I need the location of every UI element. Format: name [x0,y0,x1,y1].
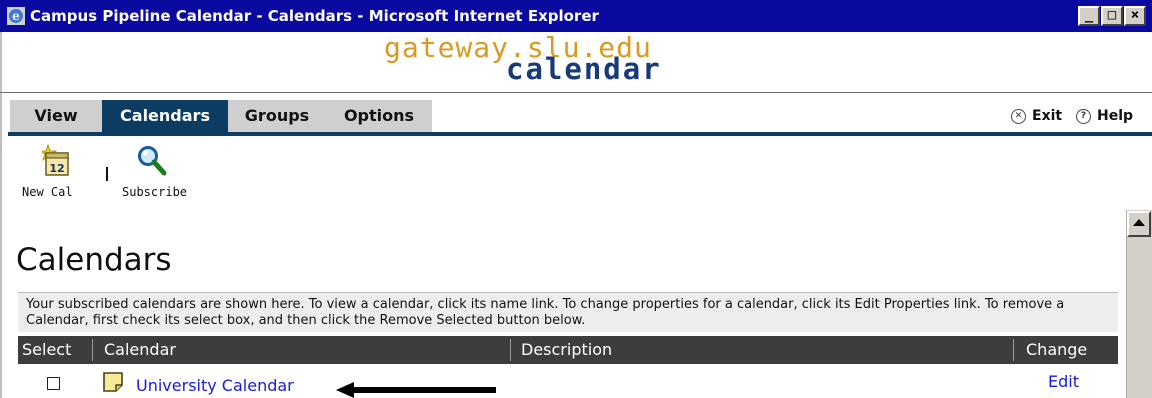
info-text: Your subscribed calendars are shown here… [18,292,1118,332]
tab-calendars[interactable]: Calendars [102,100,228,132]
help-label: Help [1097,108,1134,124]
pointer-arrow-icon [336,382,496,398]
select-checkbox[interactable] [47,377,60,390]
exit-label: Exit [1032,108,1063,124]
subscribe-button[interactable]: Subscribe [122,185,187,199]
calendar-page-icon [103,372,123,392]
svg-text:12: 12 [49,162,64,175]
window-title: Campus Pipeline Calendar - Calendars - M… [30,7,599,25]
column-header-description: Description [521,340,613,359]
new-cal-button[interactable]: New Cal [22,185,73,199]
edit-link[interactable]: Edit [1048,371,1079,393]
exit-link[interactable]: ✕ Exit [1011,106,1062,126]
internet-explorer-icon: e [7,7,25,25]
tab-options[interactable]: Options [326,100,432,132]
tab-view[interactable]: View [10,100,102,132]
tab-groups[interactable]: Groups [228,100,326,132]
calendar-name-link[interactable]: University Calendar [136,375,294,397]
column-divider [1013,339,1014,361]
help-link[interactable]: ? Help [1076,106,1133,126]
column-divider [510,339,511,361]
maximize-button[interactable]: □ [1101,6,1123,26]
x-circle-icon: ✕ [1011,108,1026,124]
page-title: Calendars [16,242,172,278]
logo-calendar-word: calendar [506,52,662,86]
minimize-button[interactable]: _ [1078,6,1100,26]
calendar-12-icon[interactable]: 12 [42,143,72,179]
arrow-up-icon [1133,219,1145,226]
close-button[interactable]: × [1124,6,1146,26]
vertical-scrollbar[interactable] [1126,210,1152,398]
tab-underline [8,132,1152,136]
column-header-calendar: Calendar [104,340,176,359]
column-header-change: Change [1026,340,1088,359]
question-circle-icon: ? [1076,108,1091,124]
svg-text:e: e [12,9,20,23]
toolbar-separator [106,167,108,181]
column-divider [92,339,93,361]
column-header-select: Select [22,340,72,359]
magnifier-icon[interactable] [136,144,168,178]
